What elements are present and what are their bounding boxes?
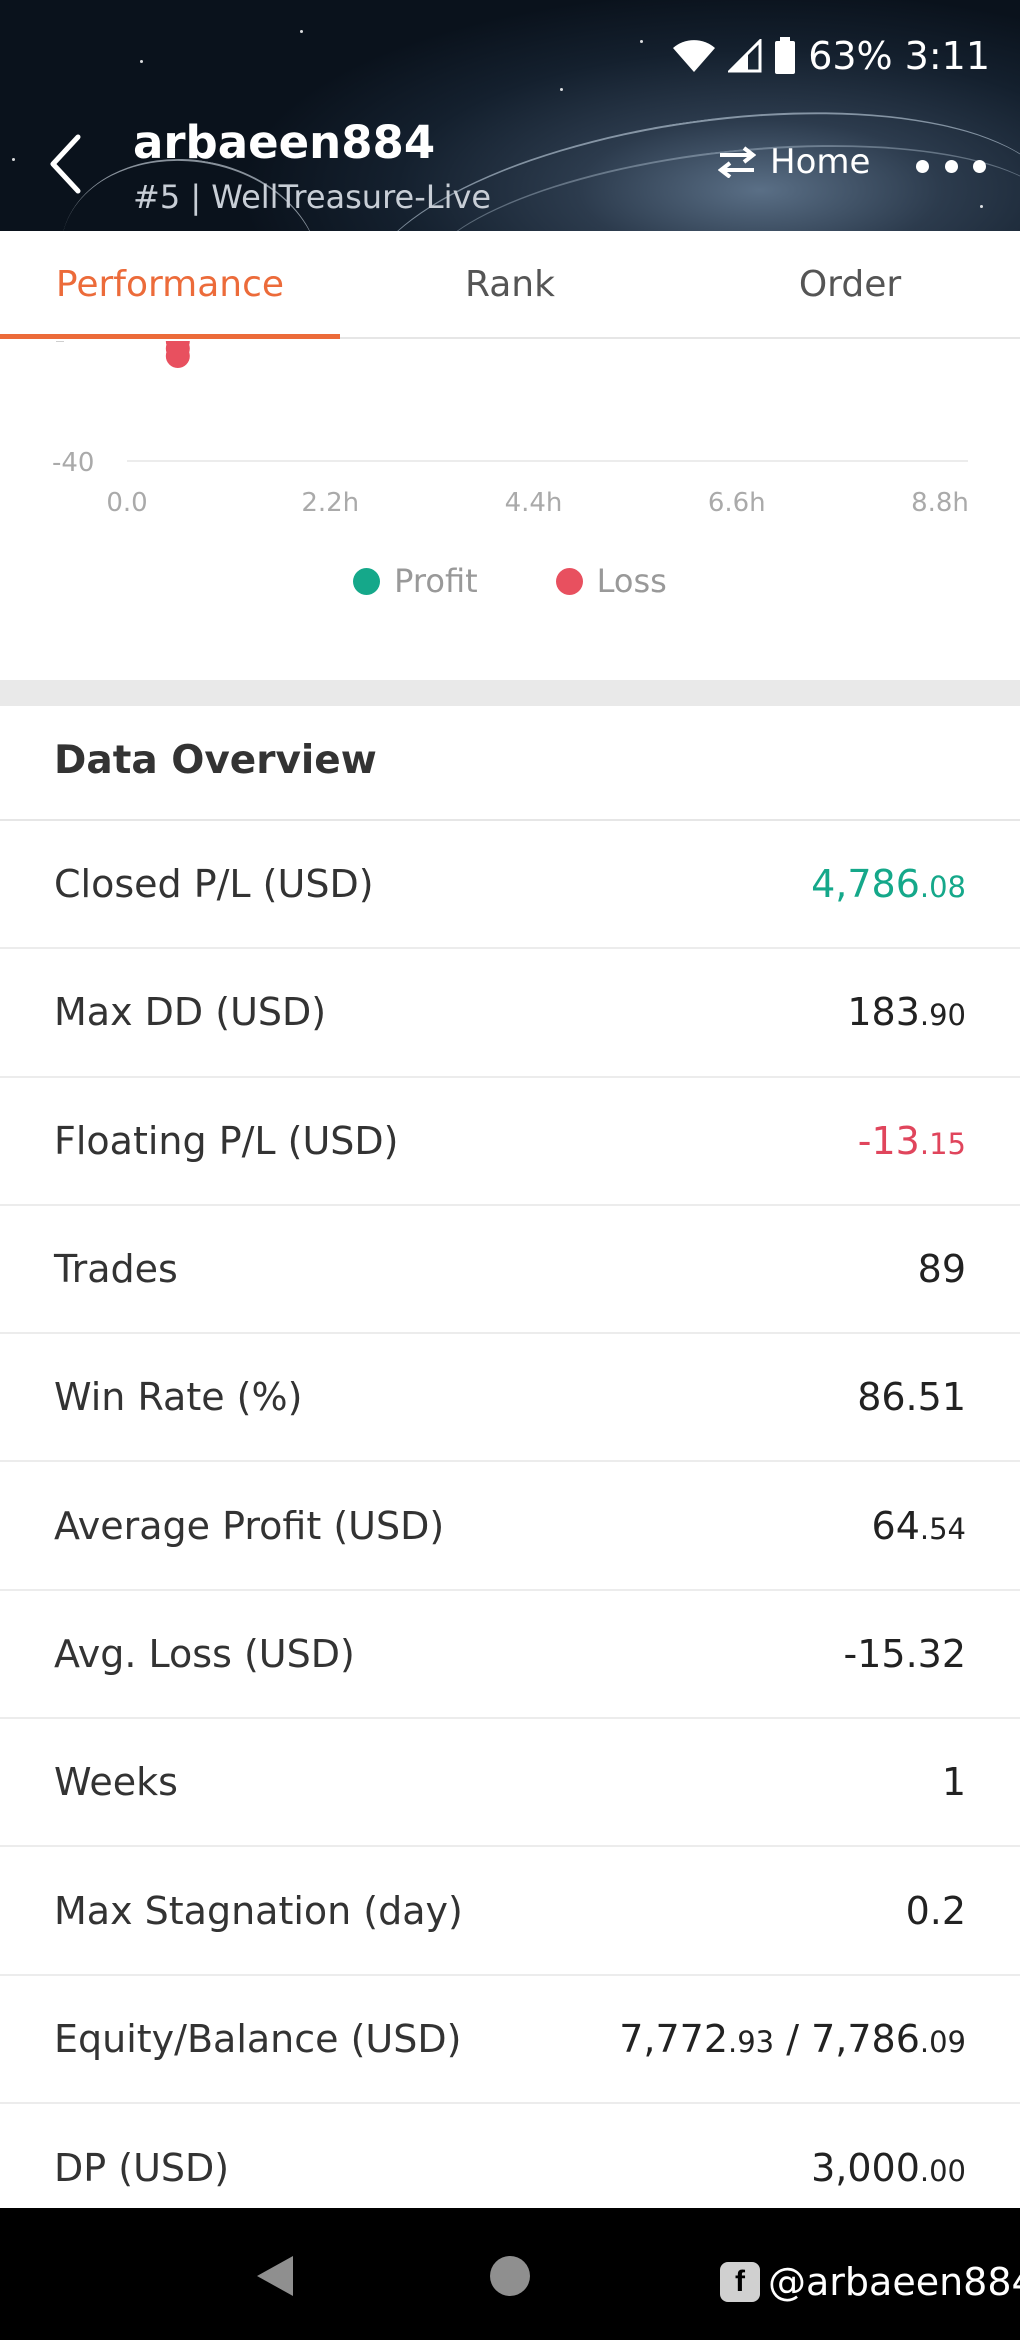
row-label: Max Stagnation (day) [54,1888,463,1933]
row-max-dd: Max DD (USD) 183.90 [0,949,1020,1078]
nav-back-icon[interactable] [255,2254,295,2298]
value-integer: 7,772 [619,2016,728,2061]
header-decoration [300,30,303,33]
y-tick-label: -40 [52,448,94,478]
status-bar: 63% 3:11 [672,34,990,78]
home-button[interactable]: Home [718,142,870,182]
watermark-handle: @arbaeen884 [768,2260,1020,2304]
row-value: 1 [941,1760,966,1805]
legend-profit-dot-icon [353,567,381,595]
scatter-chart: -40 0.0 2.2h 4.4h 6.6h 8.8h [0,341,1020,681]
value-integer: / 7,786 [774,2016,920,2061]
value-decimal: .54 [919,1511,966,1546]
row-closed-pl: Closed P/L (USD) 4,786.08 [0,821,1020,950]
data-point-loss [165,344,190,368]
chart-canvas: -40 0.0 2.2h 4.4h 6.6h 8.8h [52,341,969,518]
legend-item-loss[interactable]: Loss [555,562,667,600]
value-decimal: .93 [728,2024,775,2059]
value-decimal: .00 [919,2154,966,2189]
value-decimal: .09 [919,2024,966,2059]
more-dot-icon [973,159,986,173]
chevron-left-icon [50,134,81,194]
value-integer: 183 [847,990,920,1035]
row-value: 64.54 [872,1504,966,1548]
row-weeks: Weeks 1 [0,1719,1020,1848]
header-decoration [140,60,143,63]
value-decimal: .90 [919,998,966,1033]
value-integer: 4,786 [811,862,920,907]
x-tick-label: 8.8h [911,488,969,518]
data-overview-list: Closed P/L (USD) 4,786.08 Max DD (USD) 1… [0,821,1020,2232]
legend-loss-dot-icon [555,567,583,595]
swap-icon [718,146,756,178]
x-tick-label: 6.6h [708,488,766,518]
wifi-icon [673,40,716,72]
row-value: -15.32 [843,1631,967,1676]
row-label: Trades [54,1247,178,1292]
system-navigation-bar: f @arbaeen884 [0,2208,1020,2340]
row-average-profit: Average Profit (USD) 64.54 [0,1462,1020,1591]
row-label: Avg. Loss (USD) [54,1631,355,1676]
tab-rank[interactable]: Rank [340,231,680,337]
row-label: Floating P/L (USD) [54,1118,399,1163]
row-label: Max DD (USD) [54,990,327,1035]
clock: 3:11 [904,34,990,78]
row-value: 86.51 [857,1375,966,1420]
value-integer: -13 [857,1118,920,1163]
facebook-icon: f [720,2262,760,2302]
more-dot-icon [916,159,929,173]
battery-icon [775,37,796,74]
legend-loss-label: Loss [596,562,667,600]
row-label: Equity/Balance (USD) [54,2016,462,2061]
row-value: 3,000.00 [811,2146,966,2190]
value-decimal: .15 [919,1126,966,1161]
row-label: Win Rate (%) [54,1375,303,1420]
tab-performance[interactable]: Performance [0,231,340,339]
row-win-rate: Win Rate (%) 86.51 [0,1334,1020,1463]
more-dot-icon [944,159,958,173]
row-avg-loss: Avg. Loss (USD) -15.32 [0,1591,1020,1720]
header-decoration [12,158,15,161]
page-subtitle: #5 | WellTreasure-Live [133,178,492,216]
tab-bar: Performance Rank Order [0,231,1020,339]
legend-item-profit[interactable]: Profit [353,562,478,600]
header-decoration [560,88,563,91]
value-decimal: .08 [919,870,966,905]
back-button[interactable] [40,124,90,204]
battery-percent: 63% [808,34,893,78]
row-label: DP (USD) [54,2146,230,2191]
tab-order[interactable]: Order [680,231,1020,337]
row-floating-pl: Floating P/L (USD) -13.15 [0,1078,1020,1206]
data-overview-title: Data Overview [54,738,377,783]
row-value: 0.2 [905,1888,966,1933]
row-value: 7,772.93 / 7,786.09 [619,2017,966,2061]
page-title: arbaeen884 [133,116,436,169]
row-max-stagnation: Max Stagnation (day) 0.2 [0,1847,1020,1976]
row-label: Weeks [54,1760,178,1805]
header-decoration [640,40,643,43]
row-value: 183.90 [847,990,966,1034]
row-value: -13.15 [858,1119,966,1163]
more-options-button[interactable] [916,144,986,188]
x-tick-label: 4.4h [505,488,563,518]
signal-icon [728,39,762,73]
x-tick-label: 2.2h [301,488,359,518]
home-label: Home [770,142,871,182]
row-trades: Trades 89 [0,1206,1020,1335]
row-equity-balance: Equity/Balance (USD) 7,772.93 / 7,786.09 [0,1976,1020,2104]
nav-home-icon[interactable] [490,2256,530,2296]
row-value: 4,786.08 [811,862,966,906]
row-value: 89 [917,1247,966,1292]
chart-legend: Profit Loss [0,562,1020,600]
row-label: Closed P/L (USD) [54,862,374,907]
row-label: Average Profit (USD) [54,1503,445,1548]
value-integer: 64 [871,1503,920,1548]
value-integer: 3,000 [811,2146,920,2191]
x-tick-label: 0.0 [106,488,147,518]
legend-profit-label: Profit [394,562,478,600]
app-header: 63% 3:11 arbaeen884 #5 | WellTreasure-Li… [0,0,1020,231]
watermark: f @arbaeen884 [720,2260,1020,2304]
section-separator [0,680,1020,706]
header-decoration [980,205,983,208]
